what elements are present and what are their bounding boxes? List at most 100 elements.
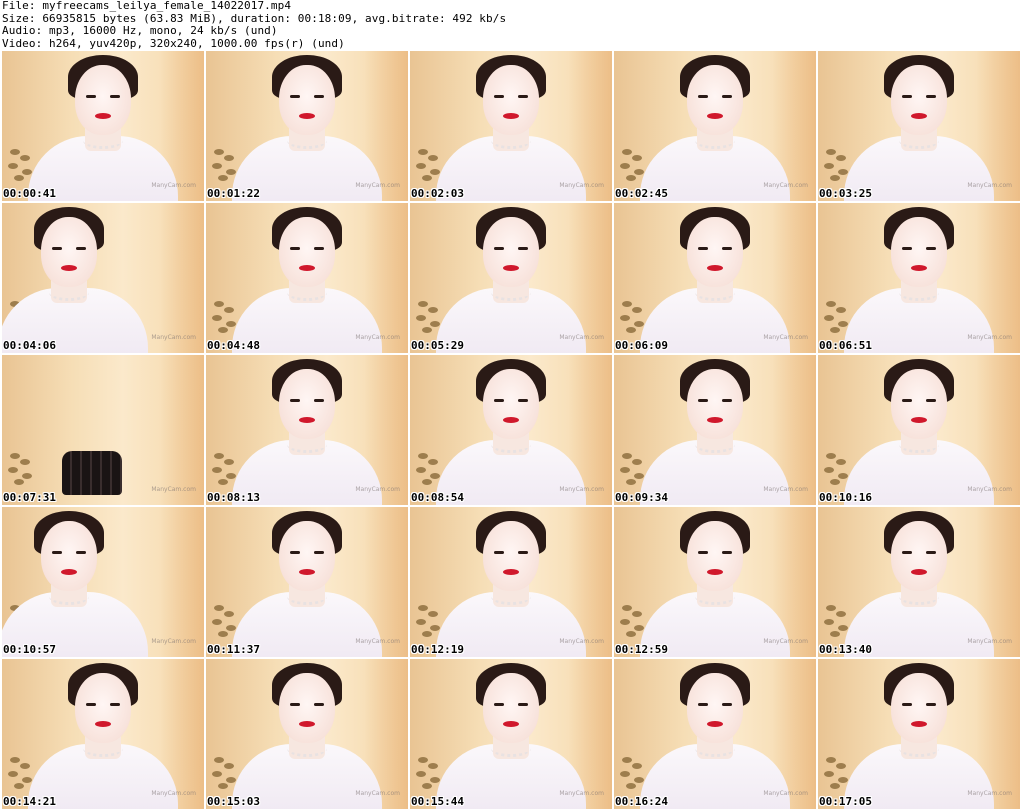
- timestamp-label: 00:03:25: [819, 187, 872, 200]
- lips-shape: [299, 113, 315, 119]
- timestamp-label: 00:02:45: [615, 187, 668, 200]
- timestamp-label: 00:15:03: [207, 795, 260, 808]
- video-thumbnail: ManyCam.com 00:09:34: [614, 355, 816, 505]
- left-eye: [494, 95, 504, 98]
- right-eye: [110, 703, 120, 706]
- watermark-label: ManyCam.com: [559, 638, 604, 645]
- watermark-label: ManyCam.com: [355, 182, 400, 189]
- video-thumbnail: ManyCam.com 00:12:59: [614, 507, 816, 657]
- lips-shape: [503, 721, 519, 727]
- timestamp-label: 00:06:51: [819, 339, 872, 352]
- pearl-necklace: [899, 132, 939, 149]
- video-thumbnail: ManyCam.com 00:06:09: [614, 203, 816, 353]
- face-shape: [483, 369, 539, 439]
- watermark-label: ManyCam.com: [151, 182, 196, 189]
- watermark-label: ManyCam.com: [763, 486, 808, 493]
- thumbnail-grid: ManyCam.com 00:00:41 ManyCam.com 00:01:22 Ma…: [2, 51, 1020, 809]
- right-eye: [76, 247, 86, 250]
- video-thumbnail: ManyCam.com 00:08:13: [206, 355, 408, 505]
- lips-shape: [707, 417, 723, 423]
- pearl-necklace: [287, 132, 327, 149]
- watermark-label: ManyCam.com: [763, 638, 808, 645]
- right-eye: [314, 247, 324, 250]
- pearl-necklace: [287, 284, 327, 301]
- left-eye: [902, 399, 912, 402]
- pearl-necklace: [899, 436, 939, 453]
- right-eye: [314, 95, 324, 98]
- wall-background: [159, 355, 204, 505]
- video-thumbnail: ManyCam.com 00:10:16: [818, 355, 1020, 505]
- timestamp-label: 00:05:29: [411, 339, 464, 352]
- timestamp-label: 00:09:34: [615, 491, 668, 504]
- video-thumbnail: ManyCam.com 00:00:41: [2, 51, 204, 201]
- face-shape: [891, 369, 947, 439]
- watermark-label: ManyCam.com: [763, 790, 808, 797]
- left-eye: [902, 703, 912, 706]
- right-eye: [722, 703, 732, 706]
- timestamp-label: 00:07:31: [3, 491, 56, 504]
- video-thumbnail: ManyCam.com 00:08:54: [410, 355, 612, 505]
- watermark-label: ManyCam.com: [967, 182, 1012, 189]
- timestamp-label: 00:00:41: [3, 187, 56, 200]
- lips-shape: [707, 265, 723, 271]
- pearl-necklace: [695, 436, 735, 453]
- face-shape: [279, 217, 335, 287]
- timestamp-label: 00:12:19: [411, 643, 464, 656]
- lips-shape: [707, 569, 723, 575]
- pearl-necklace: [695, 132, 735, 149]
- face-shape: [279, 369, 335, 439]
- lips-shape: [299, 417, 315, 423]
- wall-background: [159, 203, 204, 353]
- timestamp-label: 00:11:37: [207, 643, 260, 656]
- lips-shape: [707, 113, 723, 119]
- pearl-necklace: [695, 588, 735, 605]
- pearl-necklace: [491, 588, 531, 605]
- video-thumbnail: ManyCam.com 00:02:03: [410, 51, 612, 201]
- left-eye: [52, 551, 62, 554]
- face-shape: [75, 65, 131, 135]
- timestamp-label: 00:08:54: [411, 491, 464, 504]
- face-shape: [891, 65, 947, 135]
- right-eye: [314, 399, 324, 402]
- timestamp-label: 00:13:40: [819, 643, 872, 656]
- timestamp-label: 00:06:09: [615, 339, 668, 352]
- pearl-necklace: [491, 436, 531, 453]
- video-thumbnail: ManyCam.com 00:05:29: [410, 203, 612, 353]
- left-eye: [698, 399, 708, 402]
- right-eye: [518, 551, 528, 554]
- pearl-necklace: [49, 588, 89, 605]
- video-thumbnail: ManyCam.com 00:06:51: [818, 203, 1020, 353]
- face-shape: [483, 65, 539, 135]
- lips-shape: [95, 721, 111, 727]
- watermark-label: ManyCam.com: [559, 182, 604, 189]
- right-eye: [722, 95, 732, 98]
- left-eye: [290, 703, 300, 706]
- face-shape: [891, 521, 947, 591]
- left-eye: [698, 703, 708, 706]
- right-eye: [110, 95, 120, 98]
- watermark-label: ManyCam.com: [967, 334, 1012, 341]
- wall-background: [159, 507, 204, 657]
- video-thumbnail: ManyCam.com 00:04:48: [206, 203, 408, 353]
- left-eye: [902, 551, 912, 554]
- left-eye: [290, 95, 300, 98]
- lips-shape: [299, 265, 315, 271]
- timestamp-label: 00:14:21: [3, 795, 56, 808]
- face-shape: [279, 673, 335, 743]
- timestamp-label: 00:16:24: [615, 795, 668, 808]
- pearl-necklace: [695, 284, 735, 301]
- face-shape: [41, 521, 97, 591]
- left-eye: [290, 551, 300, 554]
- left-eye: [290, 399, 300, 402]
- lips-shape: [503, 265, 519, 271]
- left-eye: [902, 247, 912, 250]
- left-eye: [494, 247, 504, 250]
- timestamp-label: 00:02:03: [411, 187, 464, 200]
- right-eye: [722, 551, 732, 554]
- face-shape: [687, 673, 743, 743]
- face-shape: [279, 65, 335, 135]
- video-thumbnail: ManyCam.com 00:11:37: [206, 507, 408, 657]
- pearl-necklace: [899, 740, 939, 757]
- watermark-label: ManyCam.com: [151, 486, 196, 493]
- watermark-label: ManyCam.com: [355, 334, 400, 341]
